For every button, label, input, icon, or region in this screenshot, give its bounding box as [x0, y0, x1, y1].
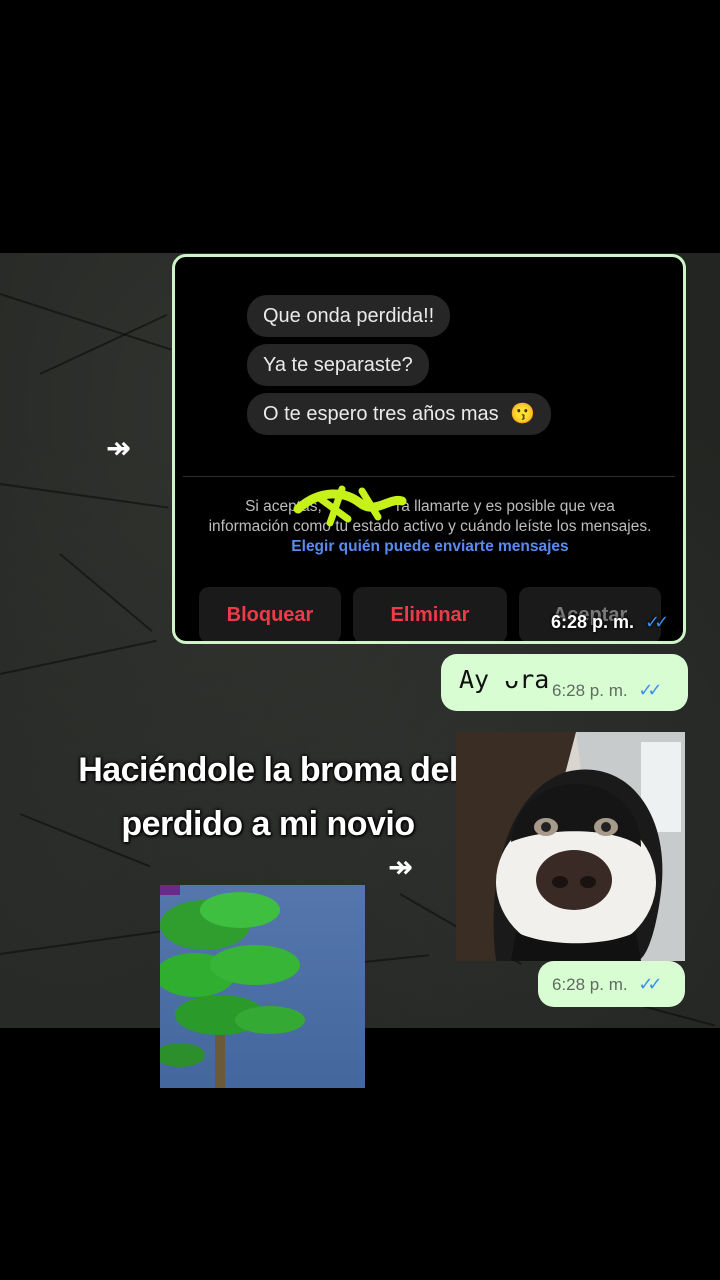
delete-button[interactable]: Eliminar [353, 587, 507, 641]
message-time: 6:28 p. m. [552, 975, 628, 994]
image-message-meta: 6:28 p. m. ✓✓ [538, 961, 685, 1007]
caption-line: Haciéndole la broma del [78, 751, 458, 789]
palm-tree-sticker[interactable] [160, 885, 365, 1088]
divider [183, 476, 675, 477]
forward-icon[interactable]: ↠ [388, 853, 413, 883]
forward-icon[interactable]: ↠ [106, 434, 131, 464]
message-time: 6:28 p. m. [551, 612, 635, 632]
outgoing-message[interactable]: Ay ᴗra 6:28 p. m. ✓✓ [441, 654, 688, 711]
message-meta: 6:28 p. m. ✓✓ [551, 612, 669, 633]
message-text: Que onda perdida!! [263, 305, 435, 327]
message-meta: 6:28 p. m. ✓✓ [552, 974, 663, 995]
read-ticks-icon: ✓✓ [638, 680, 662, 701]
kissing-emoji-icon: 😗 [510, 403, 536, 425]
caption-line: perdido a mi novio [121, 805, 415, 843]
message-text: O te espero tres años mas [263, 403, 499, 425]
incoming-message: O te espero tres años mas 😗 [247, 393, 552, 435]
message-text: Ay ᴗra [459, 665, 550, 694]
message-time: 6:28 p. m. [552, 681, 628, 700]
read-ticks-icon: ✓✓ [638, 974, 662, 995]
choose-who-can-message-link[interactable]: Elegir quién puede enviarte mensajes [291, 538, 568, 555]
block-button[interactable]: Bloquear [199, 587, 341, 641]
scribble-redaction [293, 485, 407, 527]
video-caption: Haciéndole la broma del perdido a mi nov… [40, 743, 496, 851]
message-request-notice: Si aceptas, ra llamarte y es posible que… [205, 497, 655, 557]
dog-in-ski-mask-image[interactable] [456, 732, 685, 961]
read-ticks-icon: ✓✓ [645, 612, 669, 633]
message-text: Ya te separaste? [263, 354, 413, 376]
notice-text: ra llamarte y es posible que vea [396, 498, 615, 515]
screenshot-image-message[interactable]: Que onda perdida!! Ya te separaste? O te… [172, 254, 686, 644]
message-meta: 6:28 p. m. ✓✓ [552, 680, 663, 701]
incoming-message: Que onda perdida!! [247, 295, 451, 337]
notice-text: información como tu estado activo y cuán… [208, 518, 652, 535]
incoming-message: Ya te separaste? [247, 344, 429, 386]
